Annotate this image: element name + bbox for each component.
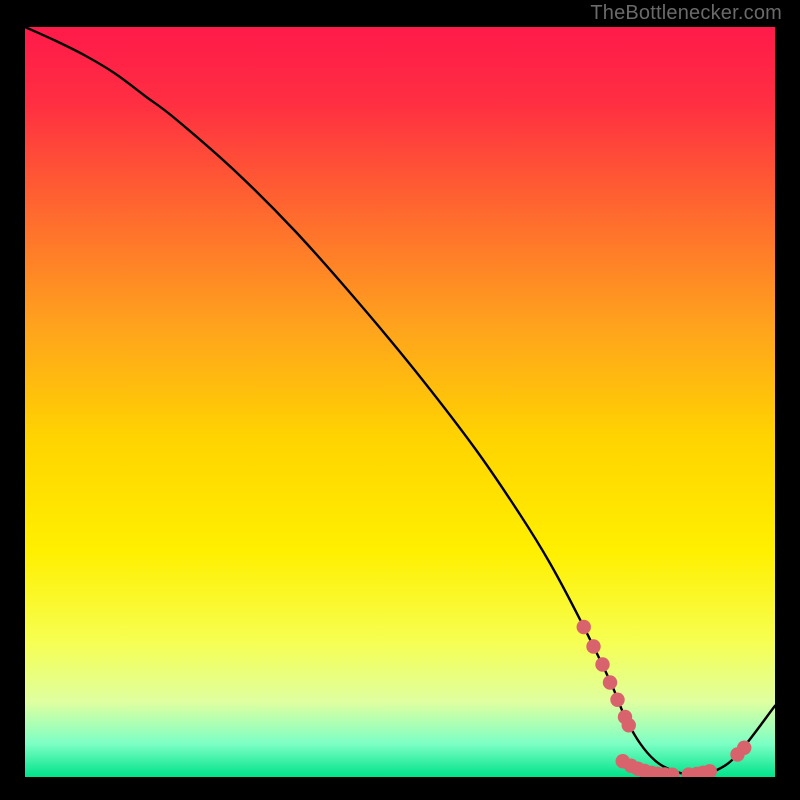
gradient-background <box>25 27 775 777</box>
data-point <box>610 693 624 707</box>
data-point <box>622 718 636 732</box>
data-point <box>586 639 600 653</box>
plot-area <box>25 27 775 777</box>
attribution-label: TheBottlenecker.com <box>590 2 782 25</box>
chart-svg <box>25 27 775 777</box>
data-point <box>577 620 591 634</box>
chart-frame: TheBottlenecker.com <box>0 0 800 800</box>
data-point <box>603 675 617 689</box>
data-point <box>595 657 609 671</box>
data-point <box>737 741 751 755</box>
